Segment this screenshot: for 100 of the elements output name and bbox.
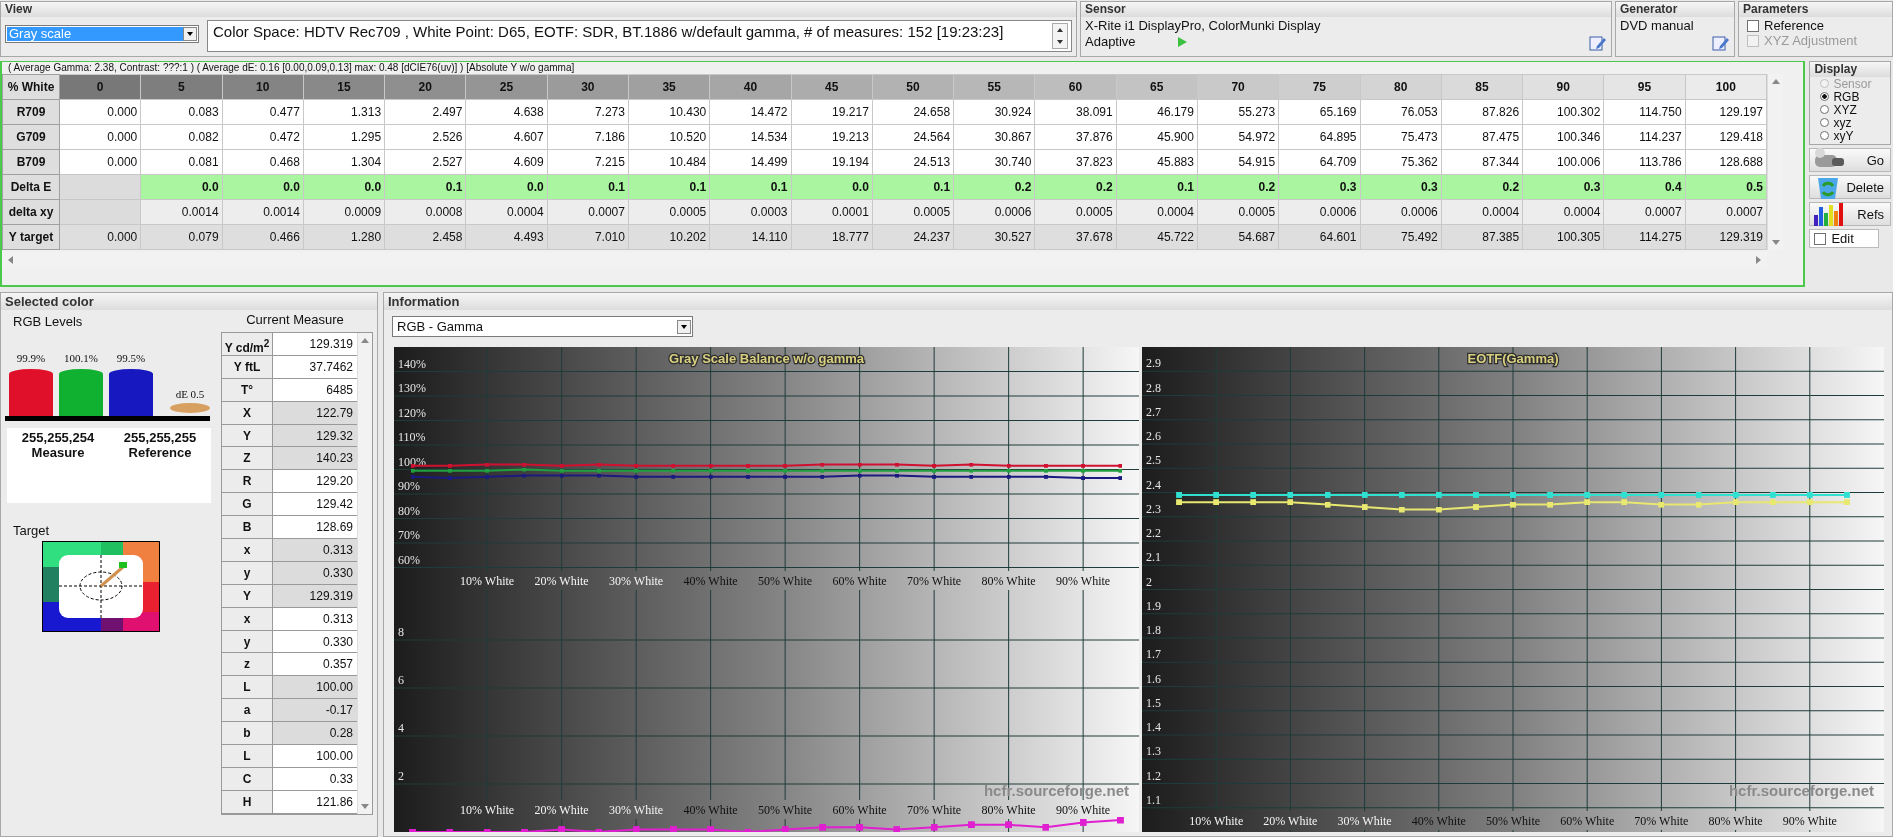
column-header[interactable]: 35 bbox=[628, 74, 710, 100]
axis-tick-label: 90% bbox=[398, 479, 420, 493]
section-label: RGB Levels bbox=[12, 313, 84, 331]
table-cell: 0.3 bbox=[1278, 174, 1360, 200]
action-button[interactable]: Refs bbox=[1809, 202, 1891, 226]
generator-name: DVD manual bbox=[1620, 18, 1694, 35]
axis-tick-label: 1.9 bbox=[1146, 598, 1161, 613]
radio-option[interactable]: XYZ bbox=[1820, 103, 1890, 116]
scroll-up-icon[interactable] bbox=[360, 336, 370, 344]
edit-icon[interactable] bbox=[1589, 34, 1607, 52]
rgb-value: 255,255,255 bbox=[123, 430, 197, 445]
column-header[interactable]: 25 bbox=[465, 74, 548, 100]
axis-tick-label: 30% White bbox=[1337, 814, 1392, 828]
spinner-icon[interactable] bbox=[1052, 23, 1068, 49]
column-header[interactable]: 75 bbox=[1278, 74, 1360, 100]
chart-title: EOTF(Gamma) bbox=[1467, 351, 1559, 366]
chart-type-dropdown[interactable]: RGB - Gamma bbox=[392, 316, 693, 337]
column-header[interactable]: 5 bbox=[140, 74, 223, 100]
column-header[interactable]: 45 bbox=[791, 74, 873, 100]
edit-checkbox[interactable]: Edit bbox=[1809, 229, 1880, 248]
table-cell: 2.497 bbox=[384, 99, 466, 125]
table-cell: 0.28 bbox=[273, 722, 357, 745]
table-cell: 7.186 bbox=[547, 124, 629, 150]
radio-option[interactable]: xyz bbox=[1820, 116, 1890, 129]
sensor-name: X-Rite i1 DisplayPro, ColorMunki Display bbox=[1085, 18, 1321, 33]
table-cell: 0.2 bbox=[1034, 174, 1117, 200]
table-cell: 0.313 bbox=[273, 539, 357, 561]
table-cell: 45.722 bbox=[1116, 224, 1198, 250]
column-header[interactable]: 100 bbox=[1685, 74, 1767, 100]
column-header[interactable]: 80 bbox=[1360, 74, 1442, 100]
table-cell: 0.468 bbox=[222, 149, 304, 175]
panel-title: Generator bbox=[1616, 2, 1734, 17]
table-cell: 1.304 bbox=[303, 149, 385, 175]
edit-icon[interactable] bbox=[1712, 34, 1730, 52]
column-header[interactable]: 60 bbox=[1034, 74, 1117, 100]
axis-tick-label: 2.9 bbox=[1146, 356, 1161, 371]
axis-tick-label: 1.4 bbox=[1146, 720, 1161, 734]
scroll-right-icon[interactable] bbox=[1755, 255, 1763, 265]
table-cell: 0.079 bbox=[140, 224, 223, 250]
table-cell: 0.472 bbox=[222, 124, 304, 150]
table-cell: 129.20 bbox=[273, 470, 357, 493]
axis-tick-label: 10% White bbox=[460, 803, 515, 817]
axis-tick-label: 40% White bbox=[683, 803, 738, 817]
delta-disc bbox=[170, 403, 210, 413]
action-button[interactable]: Delete bbox=[1809, 175, 1891, 199]
table-cell: 0.0003 bbox=[709, 199, 792, 225]
table-cell: 0.0001 bbox=[791, 199, 873, 225]
column-header[interactable]: 10 bbox=[222, 74, 304, 100]
table-cell: 30.527 bbox=[953, 224, 1035, 250]
column-header[interactable]: 15 bbox=[303, 74, 385, 100]
table-cell: 128.688 bbox=[1685, 149, 1767, 175]
column-header[interactable]: 50 bbox=[872, 74, 954, 100]
radio-option[interactable]: xyY bbox=[1820, 129, 1890, 142]
column-header[interactable]: 30 bbox=[547, 74, 629, 100]
table-cell: 0.0004 bbox=[1441, 199, 1523, 225]
column-header[interactable]: 70 bbox=[1197, 74, 1279, 100]
column-header[interactable]: 65 bbox=[1116, 74, 1198, 100]
table-cell: 0.357 bbox=[273, 653, 357, 676]
table-cell: 0.000 bbox=[59, 149, 141, 175]
axis-tick-label: 60% White bbox=[832, 803, 887, 817]
table-cell: 7.010 bbox=[547, 224, 629, 250]
vertical-scrollbar[interactable] bbox=[357, 333, 372, 814]
axis-tick-label: 10% White bbox=[460, 574, 515, 588]
table-cell: 0.2 bbox=[1197, 174, 1279, 200]
radio-option[interactable]: RGB bbox=[1820, 90, 1890, 103]
column-header[interactable]: 85 bbox=[1441, 74, 1523, 100]
table-cell: 100.346 bbox=[1522, 124, 1604, 150]
checkbox-option[interactable]: Reference bbox=[1747, 18, 1884, 33]
table-cell: 0.0007 bbox=[1685, 199, 1767, 225]
section-label: Target bbox=[12, 522, 51, 540]
level-percentage: 100.1% bbox=[64, 352, 98, 364]
axis-tick-label: 2.2 bbox=[1146, 526, 1161, 540]
table-cell: 0.0006 bbox=[1278, 199, 1360, 225]
column-header[interactable]: 95 bbox=[1603, 74, 1686, 100]
column-header[interactable]: 0 bbox=[59, 74, 141, 100]
scroll-left-icon[interactable] bbox=[6, 255, 14, 265]
axis-tick-label: 70% White bbox=[1634, 814, 1689, 828]
table-cell: 129.32 bbox=[273, 424, 357, 447]
summary-text: ( Average Gamma: 2.38, Contrast: ???:1 ) ( Average dE: 0.16 [0.00,0.09,0.13] max: 0.48 [dCIE76(uv)] ) [Absolute Y w/o gamma] bbox=[7, 62, 576, 74]
scroll-down-icon[interactable] bbox=[360, 802, 370, 811]
table-cell: 129.319 bbox=[1685, 224, 1767, 250]
table-cell: 4.607 bbox=[465, 124, 548, 150]
column-header[interactable]: 40 bbox=[709, 74, 792, 100]
table-cell: 4.493 bbox=[465, 224, 548, 250]
info-field[interactable]: Color Space: HDTV Rec709 , White Point: D65, EOTF: SDR, BT.1886 w/default gamma, # of measures: 152 [19:23:23] bbox=[207, 20, 1072, 52]
table-cell: 0.3 bbox=[1522, 174, 1604, 200]
axis-tick-label: 2.8 bbox=[1146, 380, 1161, 395]
action-button[interactable]: Go bbox=[1809, 148, 1891, 172]
axis-tick-label: 50% White bbox=[758, 574, 813, 588]
scroll-up-icon[interactable] bbox=[1770, 77, 1781, 85]
table-cell: 0.0007 bbox=[1603, 199, 1686, 225]
section-label: Current Measure bbox=[245, 311, 345, 329]
axis-tick-label: 80% bbox=[398, 503, 420, 518]
axis-tick-label: 2 bbox=[1146, 574, 1152, 589]
play-icon[interactable] bbox=[1175, 35, 1188, 48]
column-header: % White bbox=[2, 74, 60, 100]
scroll-down-icon[interactable] bbox=[1770, 239, 1781, 247]
column-header[interactable]: 90 bbox=[1522, 74, 1604, 100]
column-header[interactable]: 55 bbox=[953, 74, 1035, 100]
column-header[interactable]: 20 bbox=[384, 74, 466, 100]
